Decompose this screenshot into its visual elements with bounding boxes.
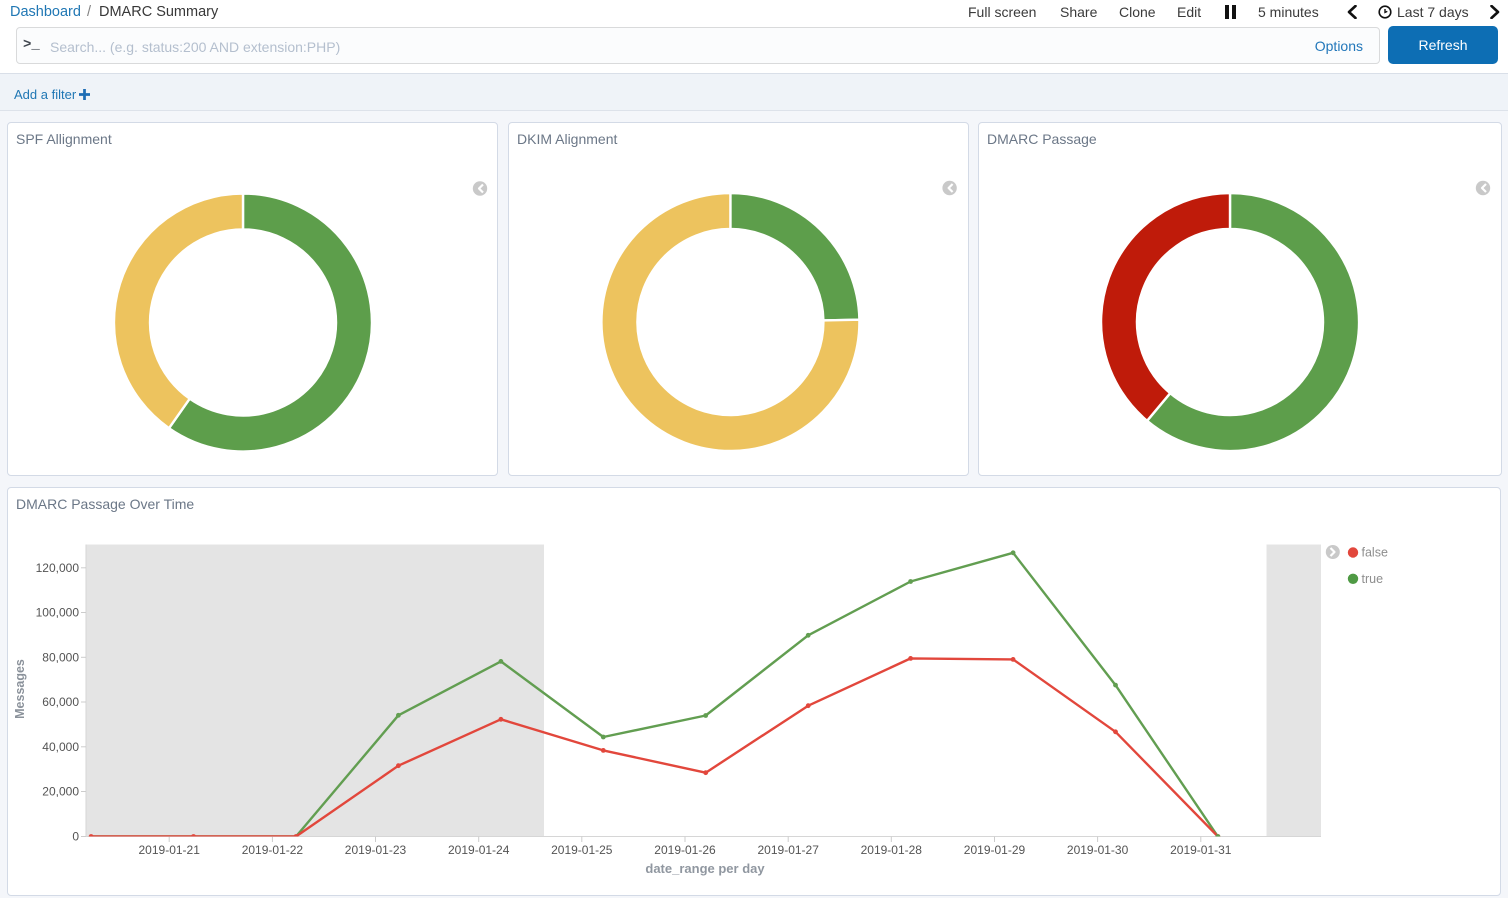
svg-text:80,000: 80,000 bbox=[42, 650, 79, 664]
svg-text:date_range per day: date_range per day bbox=[645, 861, 765, 876]
svg-text:2019-01-24: 2019-01-24 bbox=[448, 843, 510, 857]
svg-text:20,000: 20,000 bbox=[42, 785, 79, 799]
svg-text:2019-01-21: 2019-01-21 bbox=[139, 843, 201, 857]
svg-text:2019-01-26: 2019-01-26 bbox=[654, 843, 716, 857]
svg-text:2019-01-25: 2019-01-25 bbox=[551, 843, 613, 857]
svg-text:2019-01-29: 2019-01-29 bbox=[964, 843, 1026, 857]
svg-text:120,000: 120,000 bbox=[36, 561, 80, 575]
svg-text:100,000: 100,000 bbox=[36, 606, 80, 620]
svg-text:2019-01-23: 2019-01-23 bbox=[345, 843, 407, 857]
svg-text:2019-01-28: 2019-01-28 bbox=[861, 843, 923, 857]
svg-text:2019-01-22: 2019-01-22 bbox=[242, 843, 304, 857]
svg-text:2019-01-31: 2019-01-31 bbox=[1170, 843, 1232, 857]
svg-text:40,000: 40,000 bbox=[42, 740, 79, 754]
svg-text:false: false bbox=[1362, 546, 1388, 560]
svg-text:true: true bbox=[1362, 572, 1384, 586]
svg-text:0: 0 bbox=[72, 830, 79, 844]
svg-text:Messages: Messages bbox=[13, 659, 27, 719]
svg-text:2019-01-27: 2019-01-27 bbox=[758, 843, 820, 857]
svg-text:60,000: 60,000 bbox=[42, 695, 79, 709]
svg-text:2019-01-30: 2019-01-30 bbox=[1067, 843, 1129, 857]
